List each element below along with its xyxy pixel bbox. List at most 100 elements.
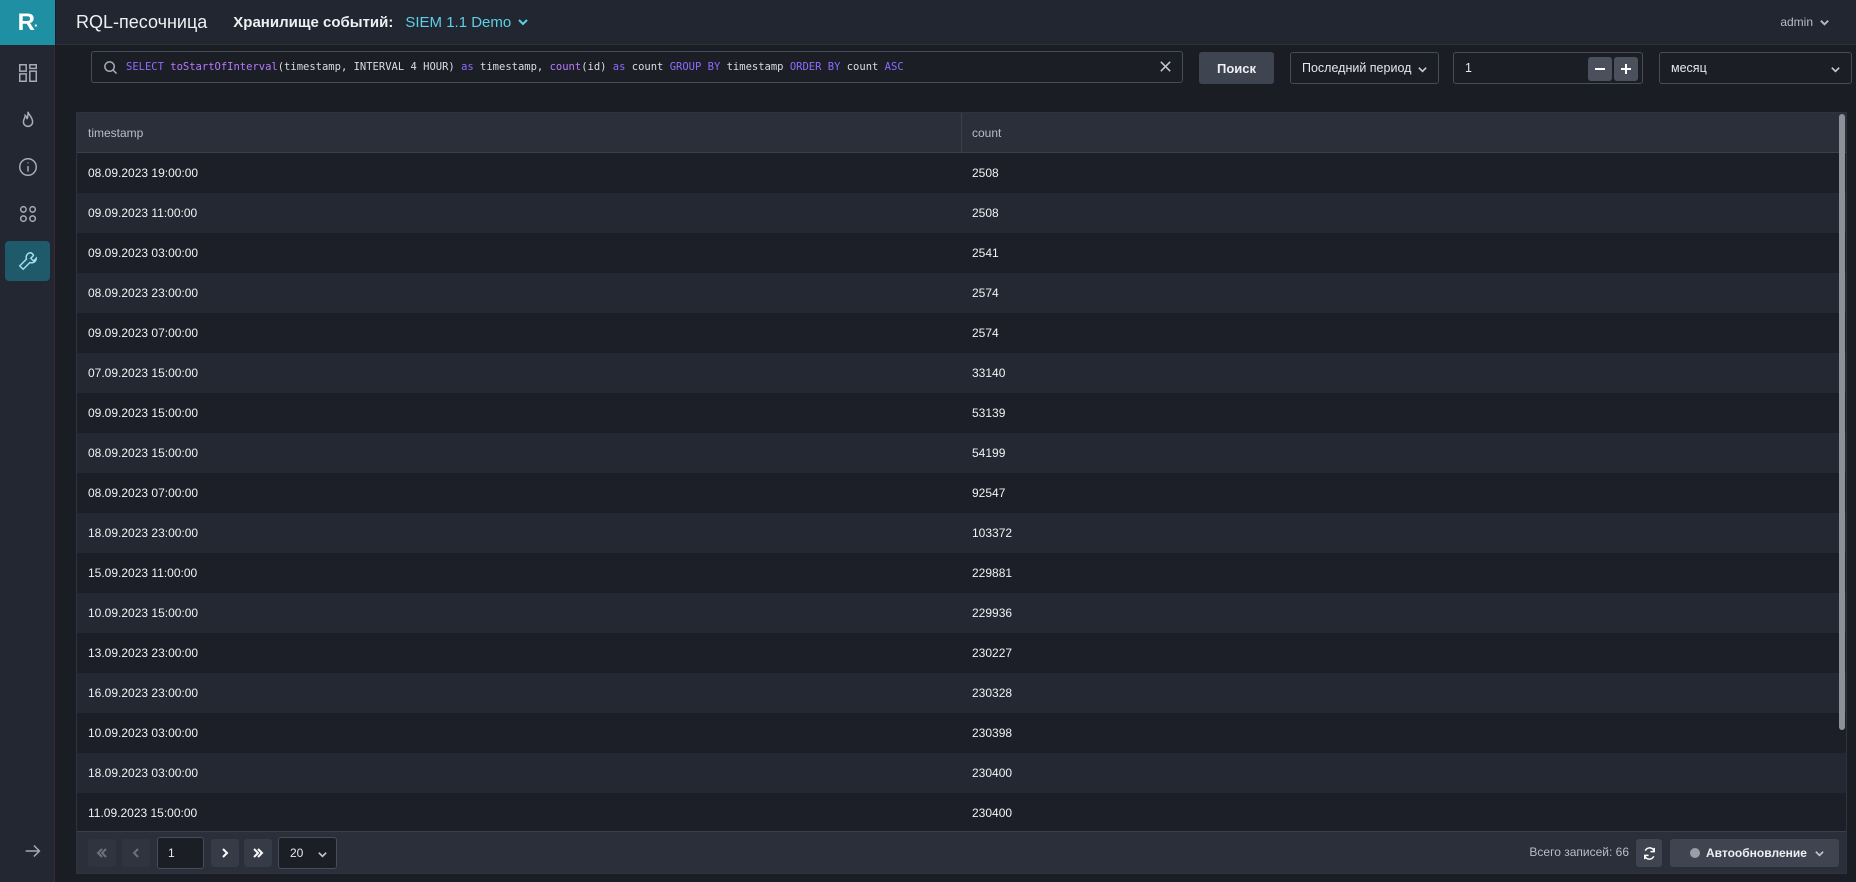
- first-page-button[interactable]: [88, 839, 116, 867]
- storage-selector[interactable]: SIEM 1.1 Demo: [405, 14, 529, 31]
- query-text[interactable]: SELECT toStartOfInterval(timestamp, INTE…: [126, 61, 904, 73]
- cell-count: 2574: [972, 286, 999, 300]
- table-row[interactable]: 11.09.2023 15:00:00 230400: [77, 793, 1846, 833]
- storage-value: SIEM 1.1 Demo: [405, 13, 512, 31]
- sidebar-item-modules[interactable]: [5, 194, 50, 234]
- sidebar-item-dashboards[interactable]: [5, 53, 50, 93]
- table-row[interactable]: 15.09.2023 11:00:00 229881: [77, 553, 1846, 593]
- table-row[interactable]: 09.09.2023 11:00:00 2508: [77, 193, 1846, 233]
- table-row[interactable]: 07.09.2023 15:00:00 33140: [77, 353, 1846, 393]
- table-row[interactable]: 08.09.2023 23:00:00 2574: [77, 273, 1846, 313]
- search-button[interactable]: Поиск: [1199, 52, 1274, 84]
- cell-timestamp: 11.09.2023 15:00:00: [88, 806, 198, 820]
- cell-count: 33140: [972, 366, 1006, 380]
- table-row[interactable]: 13.09.2023 23:00:00 230227: [77, 633, 1846, 673]
- page-title: RQL-песочница: [76, 11, 208, 32]
- period-stepper[interactable]: 1: [1453, 52, 1643, 84]
- double-chevron-right-icon: [253, 848, 264, 858]
- table-row[interactable]: 18.09.2023 23:00:00 103372: [77, 513, 1846, 553]
- sidebar-item-incidents[interactable]: [5, 100, 50, 140]
- table-row[interactable]: 10.09.2023 15:00:00 229936: [77, 593, 1846, 633]
- increment-button[interactable]: [1614, 57, 1638, 81]
- chevron-right-icon: [222, 848, 229, 858]
- auto-refresh-button[interactable]: Автообновление: [1670, 839, 1839, 867]
- cell-count: 230227: [972, 646, 1013, 660]
- last-page-button[interactable]: [244, 839, 272, 867]
- period-select-value: Последний период: [1302, 61, 1412, 75]
- query-input[interactable]: SELECT toStartOfInterval(timestamp, INTE…: [91, 51, 1183, 83]
- query-token: as: [612, 61, 632, 73]
- page-number-input[interactable]: 1: [157, 837, 204, 869]
- next-page-button[interactable]: [211, 839, 239, 867]
- chevron-down-icon: [1820, 19, 1829, 26]
- cell-count: 229936: [972, 606, 1013, 620]
- cell-count: 230400: [972, 806, 1013, 820]
- column-header-timestamp[interactable]: timestamp: [77, 113, 962, 152]
- query-token: ORDER BY: [789, 61, 847, 73]
- query-token: timestamp: [726, 61, 790, 73]
- refresh-icon: [1643, 846, 1655, 860]
- cell-count: 92547: [972, 486, 1006, 500]
- query-token: timestamp,: [480, 61, 550, 73]
- logo[interactable]: R·: [0, 0, 55, 45]
- unit-select[interactable]: месяц: [1659, 52, 1852, 84]
- chevron-down-icon: [518, 19, 528, 26]
- table-row[interactable]: 18.09.2023 03:00:00 230400: [77, 753, 1846, 793]
- sidebar-item-tools[interactable]: [5, 241, 50, 281]
- table-row[interactable]: 16.09.2023 23:00:00 230328: [77, 673, 1846, 713]
- table-row[interactable]: 10.09.2023 03:00:00 230398: [77, 713, 1846, 753]
- query-token: toStartOfInterval: [170, 61, 278, 73]
- scrollbar[interactable]: [1839, 114, 1845, 730]
- column-header-count[interactable]: count: [962, 113, 1846, 152]
- double-chevron-left-icon: [96, 848, 107, 858]
- cell-count: 53139: [972, 406, 1006, 420]
- query-token: count: [846, 61, 885, 73]
- query-token: as: [461, 61, 481, 73]
- sidebar-item-info[interactable]: [5, 147, 50, 187]
- cell-count: 230328: [972, 686, 1013, 700]
- sidebar-expand-button[interactable]: [10, 831, 55, 871]
- info-icon: [18, 158, 37, 176]
- chevron-down-icon: [1418, 67, 1427, 73]
- username: admin: [1780, 15, 1813, 29]
- total-records: Всего записей: 66: [1529, 845, 1629, 859]
- sidebar: R·: [0, 0, 55, 882]
- period-select[interactable]: Последний период: [1290, 52, 1439, 84]
- wrench-icon: [18, 252, 37, 271]
- query-token: GROUP BY: [669, 61, 727, 73]
- results-table: timestamp count 08.09.2023 19:00:00 2508 0…: [76, 112, 1847, 874]
- cell-timestamp: 10.09.2023 15:00:00: [88, 606, 199, 620]
- query-token: SELECT: [126, 61, 171, 73]
- arrow-right-icon: [25, 844, 40, 858]
- cell-count: 2541: [972, 246, 999, 260]
- user-menu[interactable]: admin: [1780, 15, 1830, 29]
- cell-count: 54199: [972, 446, 1006, 460]
- query-token: count: [549, 61, 582, 73]
- table-row[interactable]: 08.09.2023 19:00:00 2508: [77, 153, 1846, 193]
- cell-timestamp: 08.09.2023 23:00:00: [88, 286, 199, 300]
- table-row[interactable]: 09.09.2023 03:00:00 2541: [77, 233, 1846, 273]
- cell-timestamp: 10.09.2023 03:00:00: [88, 726, 199, 740]
- cell-timestamp: 13.09.2023 23:00:00: [88, 646, 199, 660]
- prev-page-button[interactable]: [122, 839, 150, 867]
- close-icon[interactable]: [1158, 59, 1173, 74]
- flame-icon: [22, 111, 33, 128]
- query-toolbar: SELECT toStartOfInterval(timestamp, INTE…: [56, 46, 1856, 89]
- auto-refresh-label: Автообновление: [1706, 846, 1807, 860]
- page-size-select[interactable]: 20: [278, 837, 337, 869]
- refresh-button[interactable]: [1636, 839, 1662, 867]
- table-row[interactable]: 09.09.2023 15:00:00 53139: [77, 393, 1846, 433]
- table-row[interactable]: 08.09.2023 15:00:00 54199: [77, 433, 1846, 473]
- period-value[interactable]: 1: [1465, 61, 1472, 75]
- cell-count: 230398: [972, 726, 1013, 740]
- table-row[interactable]: 08.09.2023 07:00:00 92547: [77, 473, 1846, 513]
- status-dot: [1690, 848, 1700, 858]
- cell-timestamp: 18.09.2023 03:00:00: [88, 766, 199, 780]
- decrement-button[interactable]: [1588, 57, 1612, 81]
- chevron-down-icon: [1831, 67, 1840, 73]
- cell-timestamp: 09.09.2023 07:00:00: [88, 326, 199, 340]
- cell-timestamp: 15.09.2023 11:00:00: [88, 566, 198, 580]
- cell-count: 2508: [972, 166, 999, 180]
- table-row[interactable]: 09.09.2023 07:00:00 2574: [77, 313, 1846, 353]
- dashboard-icon: [18, 64, 37, 82]
